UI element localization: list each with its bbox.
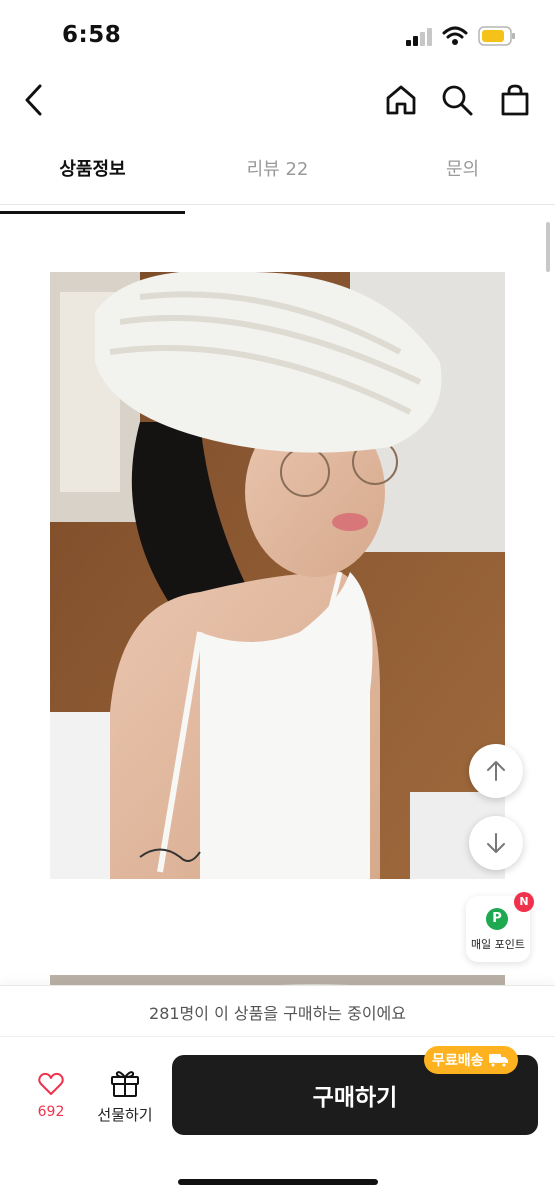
new-badge: N [514,892,534,912]
gift-button[interactable]: 선물하기 [92,1066,158,1126]
points-label: 매일 포인트 [470,938,526,951]
heart-icon [38,1072,64,1095]
free-shipping-badge: 무료배송 [424,1046,518,1074]
truck-icon [488,1054,508,1068]
battery-icon [478,26,515,46]
product-photo [50,272,505,879]
divider [0,1036,555,1037]
free-shipping-label: 무료배송 [432,1053,484,1069]
scroll-down-button[interactable] [469,816,523,870]
tab-reviews[interactable]: 리뷰 22 [185,148,370,204]
arrow-up-icon [487,761,505,781]
tab-inquiry[interactable]: 문의 [370,148,555,204]
points-icon: P [486,908,508,930]
cart-button[interactable] [495,80,535,120]
home-button[interactable] [381,80,421,120]
like-button[interactable]: 692 [22,1068,80,1128]
chevron-left-icon [25,84,42,116]
scroll-up-button[interactable] [469,744,523,798]
purchase-notice: 281명이 이 상품을 구매하는 중이에요 [149,1004,406,1023]
tab-product-info[interactable]: 상품정보 [0,148,185,214]
status-time: 6:58 [62,22,122,48]
product-tabs: 상품정보 리뷰 22 문의 [0,148,555,214]
gift-label: 선물하기 [97,1106,153,1124]
scrollbar[interactable] [546,222,550,272]
cellular-signal-icon [406,28,432,46]
arrow-down-icon [487,833,505,853]
wifi-icon [442,26,468,45]
back-button[interactable] [14,80,54,120]
home-icon [386,85,416,115]
like-count: 692 [37,1104,65,1120]
shopping-bag-icon [501,84,529,116]
search-button[interactable] [437,80,477,120]
search-icon [442,85,473,116]
gift-icon [111,1071,139,1097]
home-indicator[interactable] [178,1179,378,1185]
daily-points-widget[interactable]: P N 매일 포인트 [466,892,534,962]
